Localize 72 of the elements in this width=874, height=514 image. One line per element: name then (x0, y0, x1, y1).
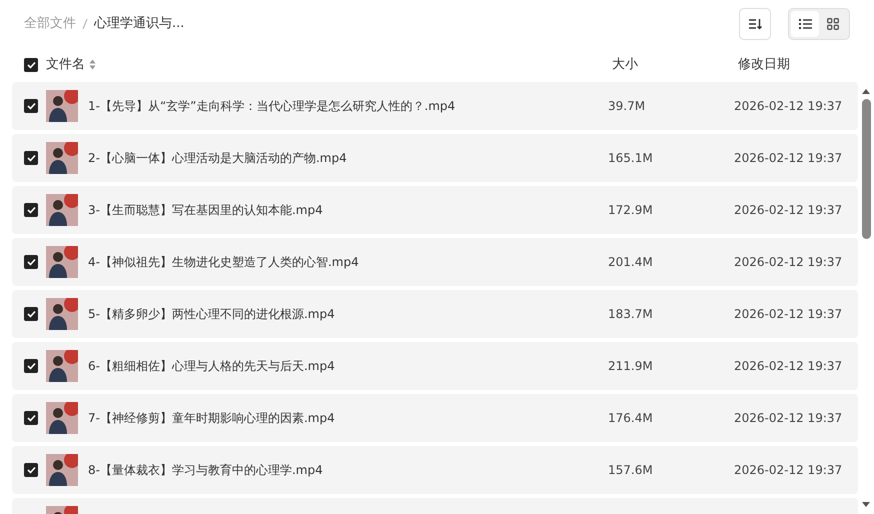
checkmark-icon (26, 61, 36, 69)
file-row[interactable]: 2-【心脑一体】心理活动是大脑活动的产物.mp4 165.1M 2026-02-12 19:37 (12, 134, 858, 182)
video-thumbnail (46, 142, 78, 174)
list-view-button[interactable] (791, 11, 819, 37)
checkbox[interactable] (24, 58, 38, 72)
file-size: 183.7M (608, 307, 653, 321)
checkbox[interactable] (24, 463, 38, 477)
video-thumbnail (46, 402, 78, 434)
modified-date: 2026-02-12 19:37 (734, 411, 842, 425)
file-row[interactable]: 5-【精多卵少】两性心理不同的进化根源.mp4 183.7M 2026-02-12 19:37 (12, 290, 858, 338)
column-header[interactable]: 修改日期 (738, 57, 790, 72)
file-name: 6-【粗细相佐】心理与人格的先天与后天.mp4 (88, 359, 335, 373)
modified-date: 2026-02-12 19:37 (734, 255, 842, 269)
checkbox[interactable] (24, 411, 38, 425)
file-name: 8-【量体裁衣】学习与教育中的心理学.mp4 (88, 463, 323, 477)
video-thumbnail (46, 246, 78, 278)
file-name: 4-【神似祖先】生物进化史塑造了人类的心智.mp4 (88, 255, 359, 269)
checkmark-icon (26, 310, 36, 318)
modified-date: 2026-02-12 19:37 (734, 463, 842, 477)
scroll-up-icon[interactable] (861, 88, 871, 95)
file-size: 172.9M (608, 203, 653, 217)
checkbox[interactable] (24, 99, 38, 113)
video-thumbnail (46, 454, 78, 486)
breadcrumb-current: 心理学通识与... (94, 15, 184, 34)
column-header[interactable]: 大小 (612, 57, 638, 72)
checkbox[interactable] (24, 151, 38, 165)
file-size: 39.7M (608, 99, 646, 113)
file-size: 176.4M (608, 411, 653, 425)
separator-icon (82, 18, 88, 30)
file-name: 3-【生而聪慧】写在基因里的认知本能.mp4 (88, 203, 323, 217)
file-row[interactable]: 3-【生而聪慧】写在基因里的认知本能.mp4 172.9M 2026-02-12 19:37 (12, 186, 858, 234)
file-row[interactable]: 4-【神似祖先】生物进化史塑造了人类的心智.mp4 201.4M 2026-02-12 19:37 (12, 238, 858, 286)
sort-arrows-icon[interactable] (89, 59, 96, 70)
file-row[interactable]: 1-【先导】从“玄学”走向科学：当代心理学是怎么研究人性的？.mp4 39.7M 2026-02-12 19:37 (12, 82, 858, 130)
file-row[interactable]: 8-【量体裁衣】学习与教育中的心理学.mp4 157.6M 2026-02-12 19:37 (12, 446, 858, 494)
scrollbar-thumb[interactable] (862, 99, 870, 239)
video-thumbnail (46, 194, 78, 226)
file-size: 157.6M (608, 463, 653, 477)
checkbox[interactable] (24, 307, 38, 321)
list-icon (798, 19, 812, 29)
video-thumbnail (46, 90, 78, 122)
checkmark-icon (26, 466, 36, 474)
video-thumbnail (46, 298, 78, 330)
modified-date: 2026-02-12 19:37 (734, 203, 842, 217)
column-header[interactable]: 文件名 (46, 55, 85, 75)
grid-icon (827, 18, 839, 30)
modified-date: 2026-02-12 19:37 (734, 307, 842, 321)
video-thumbnail (46, 350, 78, 382)
file-row[interactable]: 6-【粗细相佐】心理与人格的先天与后天.mp4 211.9M 2026-02-12 19:37 (12, 342, 858, 390)
file-size: 211.9M (608, 359, 653, 373)
file-name: 2-【心脑一体】心理活动是大脑活动的产物.mp4 (88, 151, 347, 165)
checkmark-icon (26, 154, 36, 162)
sort-icon (748, 18, 762, 30)
file-name: 5-【精多卵少】两性心理不同的进化根源.mp4 (88, 307, 335, 321)
file-size: 165.1M (608, 151, 653, 165)
checkmark-icon (26, 414, 36, 422)
modified-date: 2026-02-12 19:37 (734, 359, 842, 373)
checkmark-icon (26, 258, 36, 266)
modified-date: 2026-02-12 19:37 (734, 151, 842, 165)
scroll-down-icon[interactable] (861, 501, 871, 508)
checkbox[interactable] (24, 203, 38, 217)
file-name: 7-【神经修剪】童年时期影响心理的因素.mp4 (88, 411, 335, 425)
checkmark-icon (26, 362, 36, 370)
checkmark-icon (26, 102, 36, 110)
file-row[interactable]: 7-【神经修剪】童年时期影响心理的因素.mp4 176.4M 2026-02-12 19:37 (12, 394, 858, 442)
modified-date: 2026-02-12 19:37 (734, 99, 842, 113)
checkbox[interactable] (24, 255, 38, 269)
checkbox[interactable] (24, 359, 38, 373)
checkmark-icon (26, 206, 36, 214)
file-size: 201.4M (608, 255, 653, 269)
sort-button[interactable] (739, 8, 771, 40)
file-name: 1-【先导】从“玄学”走向科学：当代心理学是怎么研究人性的？.mp4 (88, 99, 456, 113)
